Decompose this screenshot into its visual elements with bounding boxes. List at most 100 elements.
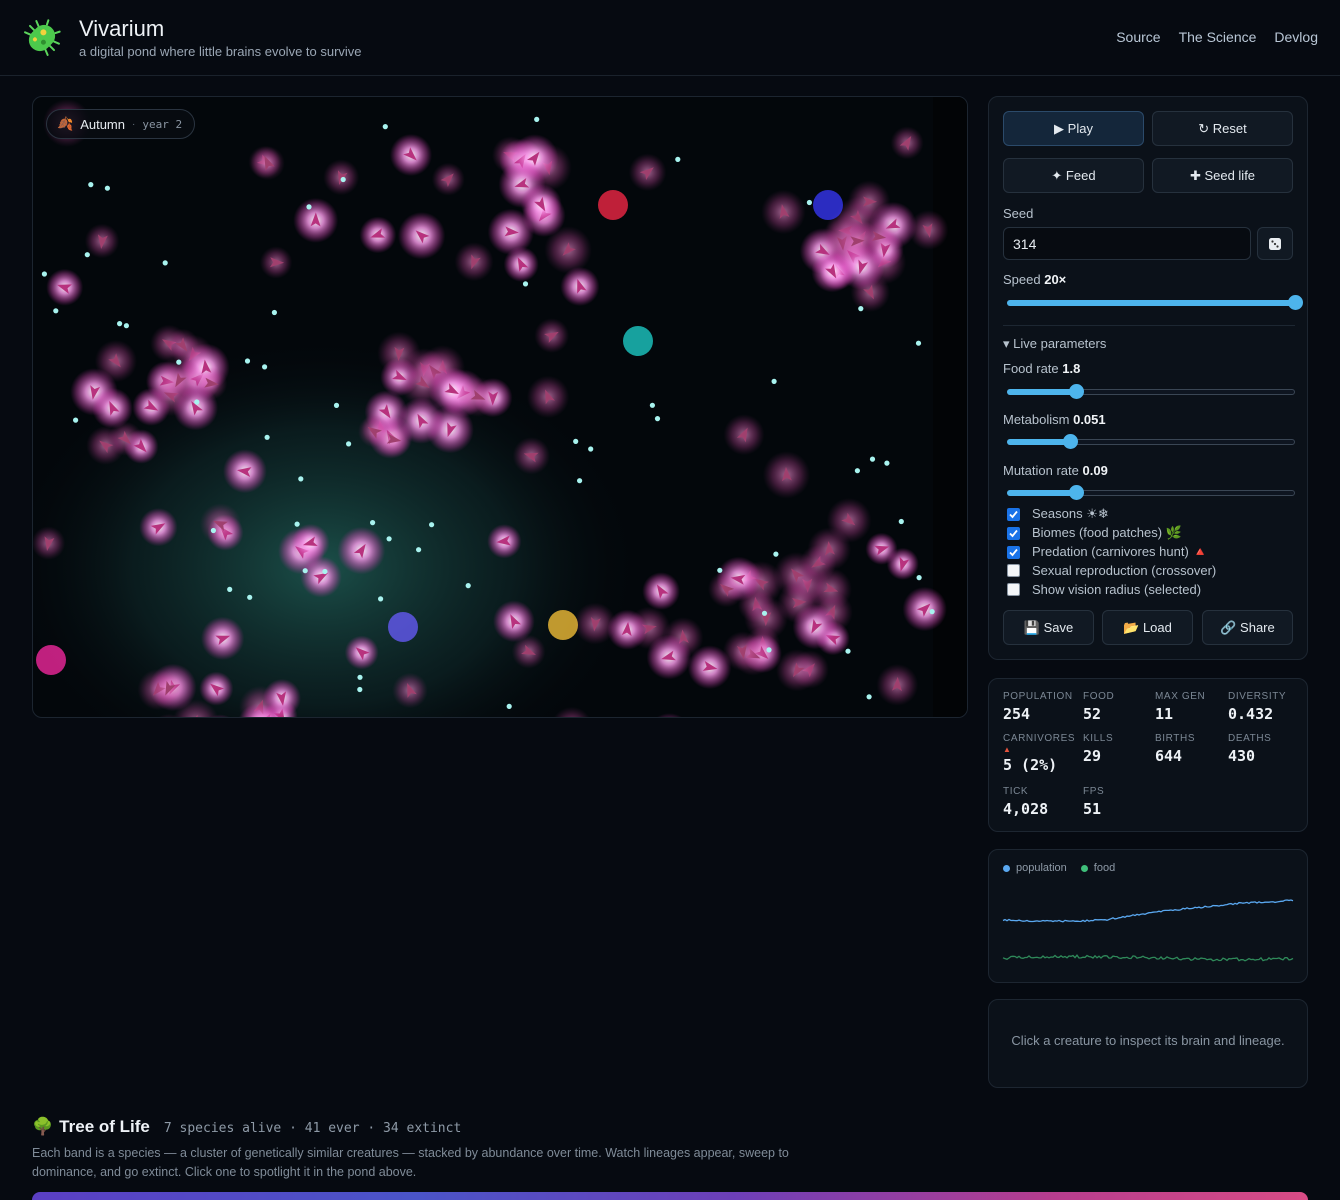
sexual-reproduction-label: Sexual reproduction (crossover): [1032, 563, 1217, 578]
creature[interactable]: [526, 375, 570, 419]
creature[interactable]: [337, 526, 386, 575]
creature[interactable]: [607, 609, 648, 650]
creature[interactable]: [36, 645, 66, 675]
creature[interactable]: [84, 223, 120, 259]
creature[interactable]: [761, 189, 806, 235]
creature[interactable]: [890, 126, 924, 160]
creature[interactable]: [151, 670, 187, 706]
creature[interactable]: [813, 190, 843, 220]
creature[interactable]: [560, 266, 600, 307]
metabolism-slider[interactable]: [1007, 434, 1295, 450]
biomes-checkbox-row[interactable]: Biomes (food patches) 🌿: [1007, 525, 1182, 541]
creature[interactable]: [222, 449, 267, 494]
creature[interactable]: [259, 246, 293, 279]
mutation-rate-slider[interactable]: [1007, 485, 1295, 501]
play-button[interactable]: ▶ Play: [1003, 111, 1144, 146]
vision-radius-checkbox[interactable]: [1007, 583, 1020, 596]
vision-radius-label: Show vision radius (selected): [1032, 582, 1202, 597]
creature[interactable]: [344, 635, 379, 670]
creature[interactable]: [108, 421, 143, 456]
creature[interactable]: [646, 713, 692, 718]
creature[interactable]: [397, 212, 446, 260]
creature[interactable]: [623, 326, 653, 356]
food-rate-slider-handle[interactable]: [1069, 384, 1084, 399]
biomes-checkbox[interactable]: [1007, 526, 1020, 540]
creature[interactable]: [392, 672, 428, 709]
creature[interactable]: [544, 226, 592, 274]
creature[interactable]: [250, 146, 285, 181]
feed-button[interactable]: ✦ Feed: [1003, 158, 1144, 193]
creature[interactable]: [293, 197, 339, 243]
food-pellet: [382, 124, 388, 130]
sexual-reproduction-checkbox[interactable]: [1007, 564, 1020, 577]
creature[interactable]: [876, 664, 919, 706]
creature[interactable]: [628, 153, 667, 192]
creature[interactable]: [431, 162, 465, 196]
creature[interactable]: [33, 526, 66, 560]
food-pellet: [429, 522, 435, 528]
mutation-rate-slider-handle[interactable]: [1069, 485, 1084, 500]
speed-slider[interactable]: [1007, 295, 1303, 311]
creature[interactable]: [358, 415, 391, 448]
creature[interactable]: [902, 586, 947, 632]
predation-checkbox-row[interactable]: Predation (carnivores hunt) 🔺: [1007, 544, 1209, 560]
reset-button[interactable]: ↻ Reset: [1152, 111, 1293, 146]
creature[interactable]: [865, 532, 898, 565]
metabolism-value: 0.051: [1073, 412, 1106, 427]
nav-source-link[interactable]: Source: [1116, 29, 1160, 45]
creature[interactable]: [359, 216, 397, 254]
metabolism-slider-handle[interactable]: [1063, 434, 1078, 449]
nav-science-link[interactable]: The Science: [1179, 29, 1257, 45]
save-button[interactable]: 💾 Save: [1003, 610, 1094, 645]
nav-devlog-link[interactable]: Devlog: [1274, 29, 1318, 45]
live-parameters-toggle[interactable]: ▾ Live parameters: [1003, 336, 1106, 352]
creature[interactable]: [548, 610, 578, 640]
seed-life-button[interactable]: ✚ Seed life: [1152, 158, 1293, 193]
creature[interactable]: [46, 268, 84, 306]
load-button[interactable]: 📂 Load: [1102, 610, 1193, 645]
pond-simulation[interactable]: [33, 97, 968, 718]
creature[interactable]: [776, 649, 819, 692]
creature[interactable]: [389, 133, 433, 177]
food-pellet: [210, 527, 216, 534]
creature[interactable]: [908, 210, 949, 250]
pond-canvas[interactable]: 🍂 Autumn · year 2: [32, 96, 968, 718]
randomize-seed-button[interactable]: [1257, 227, 1293, 260]
seasons-checkbox-row[interactable]: Seasons ☀❄: [1007, 506, 1109, 522]
creature[interactable]: [598, 190, 628, 220]
creature[interactable]: [323, 159, 360, 196]
creature[interactable]: [398, 397, 445, 444]
creature[interactable]: [200, 616, 245, 661]
creature[interactable]: [454, 242, 494, 282]
creature[interactable]: [642, 572, 680, 610]
creature[interactable]: [723, 414, 765, 456]
food-rate-slider[interactable]: [1007, 384, 1295, 400]
creature[interactable]: [388, 612, 418, 642]
predation-checkbox[interactable]: [1007, 545, 1020, 559]
creature[interactable]: [139, 508, 178, 547]
creature[interactable]: [512, 437, 551, 475]
creature[interactable]: [708, 570, 745, 608]
creature[interactable]: [300, 556, 342, 598]
sexual-reproduction-checkbox-row[interactable]: Sexual reproduction (crossover): [1007, 563, 1216, 578]
species-stream-chart[interactable]: [32, 1192, 1308, 1200]
creature[interactable]: [199, 671, 234, 706]
creature[interactable]: [458, 376, 498, 417]
creature[interactable]: [847, 180, 891, 223]
creature[interactable]: [199, 503, 242, 545]
creature[interactable]: [262, 678, 301, 717]
creature[interactable]: [777, 581, 820, 624]
vision-radius-checkbox-row[interactable]: Show vision radius (selected): [1007, 582, 1201, 597]
creature[interactable]: [762, 451, 811, 499]
section-divider: [1003, 325, 1295, 326]
seasons-checkbox[interactable]: [1007, 507, 1020, 521]
creature[interactable]: [833, 217, 880, 265]
creature[interactable]: [534, 318, 570, 353]
seed-input[interactable]: [1003, 227, 1251, 260]
share-button[interactable]: 🔗 Share: [1202, 610, 1293, 645]
speed-slider-handle[interactable]: [1288, 295, 1303, 310]
creature[interactable]: [826, 498, 872, 543]
creature[interactable]: [487, 524, 522, 559]
creature[interactable]: [493, 600, 535, 643]
creature[interactable]: [520, 184, 562, 225]
